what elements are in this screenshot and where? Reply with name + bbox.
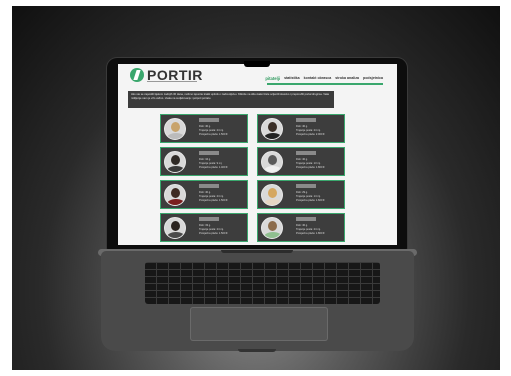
name-redacted bbox=[296, 217, 316, 221]
avatar-body bbox=[264, 133, 282, 139]
profile-card[interactable]: Dob: 40 g. Trajanje posla: 24 mj. Prosje… bbox=[257, 114, 345, 143]
profile-stats: Dob: 33 g. Trajanje posla: 24 mj. Prosje… bbox=[199, 224, 228, 237]
avatar-head bbox=[268, 155, 277, 165]
profile-card[interactable]: Dob: 40 g. Trajanje posla: 13 mj. Prosje… bbox=[257, 147, 345, 176]
avatar-body bbox=[167, 199, 185, 205]
stat-salary: Prosječna plaća: 1.800 € bbox=[296, 232, 325, 236]
profile-card[interactable]: Dob: 40 g. Trajanje posla: 24 mj. Prosje… bbox=[257, 213, 345, 242]
camera-notch bbox=[244, 61, 270, 67]
name-redacted bbox=[199, 217, 219, 221]
stat-salary: Prosječna plaća: 1.500 € bbox=[199, 199, 228, 203]
profile-card[interactable]: Dob: 29 g. Trajanje posla: 14 mj. Prosje… bbox=[257, 180, 345, 209]
lightning-logo-icon bbox=[130, 68, 144, 82]
front-lip bbox=[238, 349, 276, 352]
avatar[interactable] bbox=[164, 184, 186, 206]
avatar-head bbox=[171, 155, 180, 165]
avatar[interactable] bbox=[164, 217, 186, 239]
name-redacted bbox=[296, 184, 316, 188]
stat-salary: Prosječna plaća: 2.000 € bbox=[296, 133, 325, 137]
avatar[interactable] bbox=[261, 217, 283, 239]
nav-item-podsjetnica[interactable]: podsjetnica bbox=[363, 76, 383, 81]
nav-item-analiza[interactable]: stroka analiza bbox=[335, 76, 359, 81]
profile-card[interactable]: Dob: 34 g. Trajanje posla: 9 mj. Prosječ… bbox=[160, 147, 248, 176]
avatar[interactable] bbox=[164, 118, 186, 140]
nav-underline bbox=[267, 83, 383, 85]
avatar-body bbox=[167, 133, 185, 139]
hinge-notch bbox=[221, 250, 293, 253]
profile-stats: Dob: 40 g. Trajanje posla: 24 mj. Prosje… bbox=[199, 125, 228, 138]
profile-stats: Dob: 40 g. Trajanje posla: 24 mj. Prosje… bbox=[296, 224, 325, 237]
profile-card[interactable]: Dob: 40 g. Trajanje posla: 24 mj. Prosje… bbox=[160, 180, 248, 209]
stat-salary: Prosječna plaća: 1.500 € bbox=[199, 133, 228, 137]
profile-card[interactable]: Dob: 33 g. Trajanje posla: 24 mj. Prosje… bbox=[160, 213, 248, 242]
avatar-head bbox=[171, 188, 180, 198]
avatar-head bbox=[268, 122, 277, 132]
profile-card[interactable]: Dob: 40 g. Trajanje posla: 24 mj. Prosje… bbox=[160, 114, 248, 143]
profile-stats: Dob: 40 g. Trajanje posla: 24 mj. Prosje… bbox=[199, 191, 228, 204]
main-nav: pitatelji statistika kontakt obrasca str… bbox=[265, 76, 383, 81]
avatar-body bbox=[167, 232, 185, 238]
avatar-body bbox=[167, 166, 185, 172]
avatar-body bbox=[264, 166, 282, 172]
avatar-body bbox=[264, 232, 282, 238]
avatar[interactable] bbox=[164, 151, 186, 173]
avatar-head bbox=[171, 122, 180, 132]
avatar[interactable] bbox=[261, 151, 283, 173]
name-redacted bbox=[199, 151, 219, 155]
logo-tagline-line bbox=[147, 81, 197, 82]
stat-salary: Prosječna plaća: 1.400 € bbox=[199, 166, 228, 170]
stat-salary: Prosječna plaća: 1.600 € bbox=[296, 199, 325, 203]
profile-stats: Dob: 40 g. Trajanje posla: 13 mj. Prosje… bbox=[296, 158, 325, 171]
nav-item-kontakt[interactable]: kontakt obrasca bbox=[304, 76, 332, 81]
avatar[interactable] bbox=[261, 118, 283, 140]
profile-stats: Dob: 29 g. Trajanje posla: 14 mj. Prosje… bbox=[296, 191, 325, 204]
nav-item-pitatelji[interactable]: pitatelji bbox=[265, 76, 280, 81]
name-redacted bbox=[296, 118, 316, 122]
trackpad[interactable] bbox=[190, 307, 328, 341]
profile-stats: Dob: 34 g. Trajanje posla: 9 mj. Prosječ… bbox=[199, 158, 228, 171]
name-redacted bbox=[296, 151, 316, 155]
avatar-head bbox=[171, 221, 180, 231]
intro-text: Ako ste se zaposlili tijekom zadnjih 30 … bbox=[128, 91, 334, 108]
name-redacted bbox=[199, 118, 219, 122]
name-redacted bbox=[199, 184, 219, 188]
profile-stats: Dob: 40 g. Trajanje posla: 24 mj. Prosje… bbox=[296, 125, 325, 138]
site-header: PORTIR pitatelji statistika kontakt obra… bbox=[118, 64, 397, 88]
avatar[interactable] bbox=[261, 184, 283, 206]
stat-salary: Prosječna plaća: 1.500 € bbox=[199, 232, 228, 236]
keyboard bbox=[145, 262, 380, 304]
avatar-head bbox=[268, 188, 277, 198]
avatar-body bbox=[264, 199, 282, 205]
laptop-screen: PORTIR pitatelji statistika kontakt obra… bbox=[118, 64, 397, 245]
avatar-head bbox=[268, 221, 277, 231]
nav-item-statistika[interactable]: statistika bbox=[284, 76, 300, 81]
stat-salary: Prosječna plaća: 1.800 € bbox=[296, 166, 325, 170]
